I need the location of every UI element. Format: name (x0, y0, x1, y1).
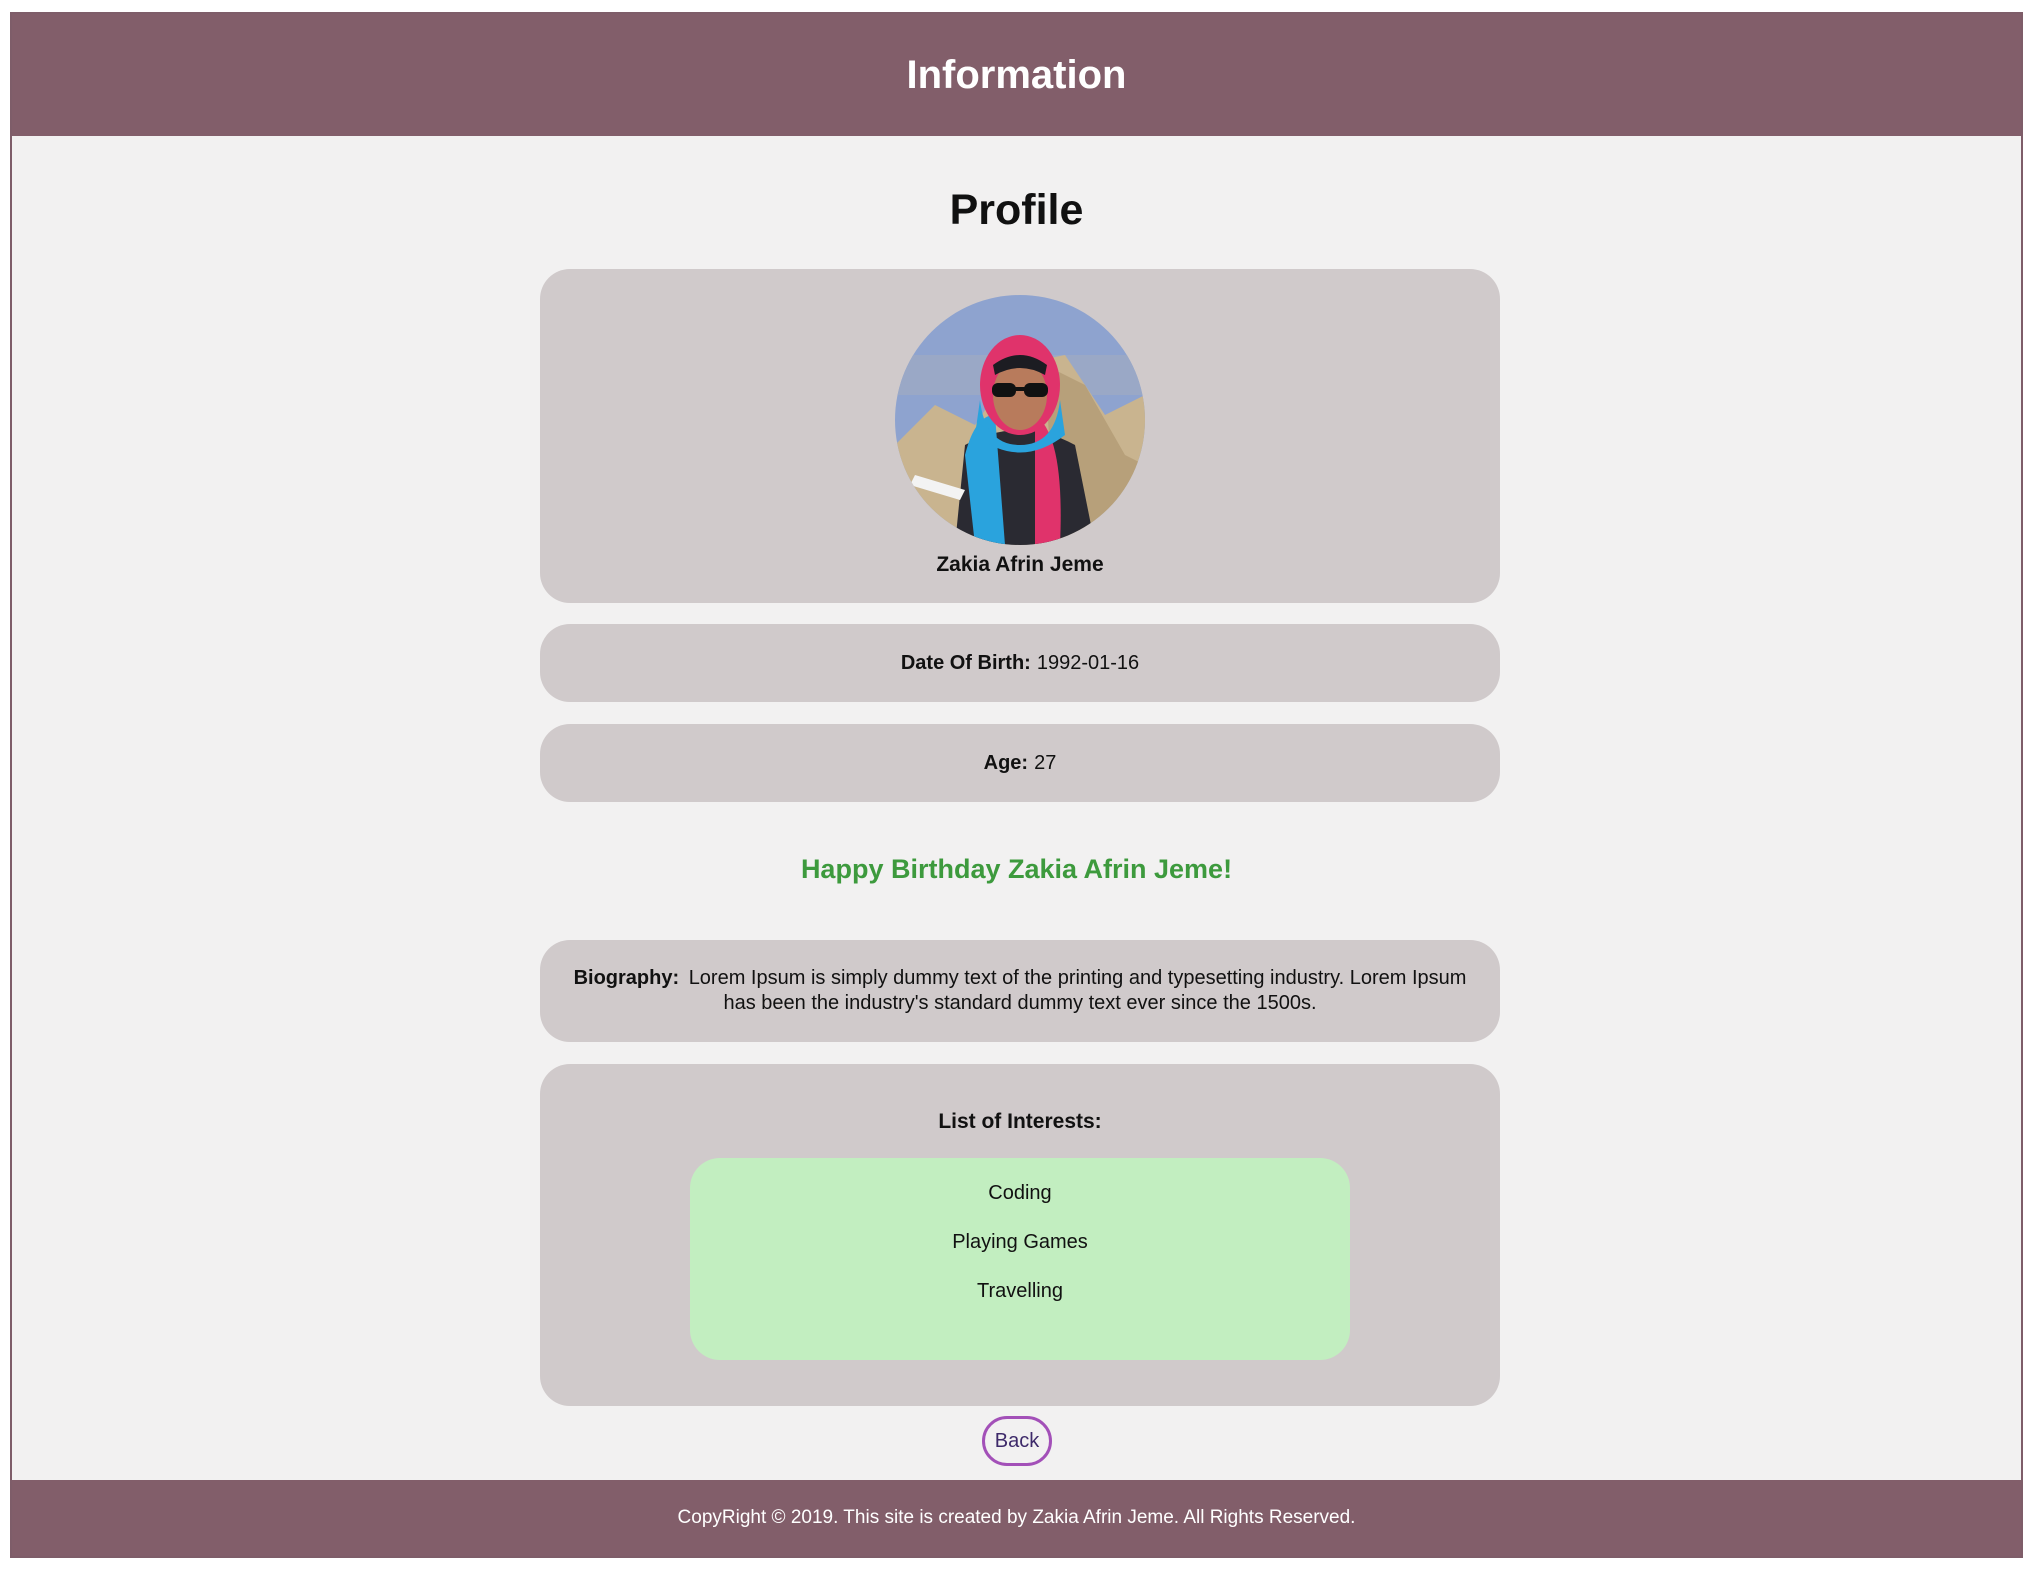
biography-label: Biography: (573, 967, 680, 989)
interests-list: Coding Playing Games Travelling (690, 1158, 1350, 1360)
interests-card: List of Interests: Coding Playing Games … (540, 1064, 1500, 1406)
list-item: Coding (988, 1182, 1052, 1204)
avatar (895, 295, 1145, 545)
list-item: Travelling (977, 1280, 1063, 1302)
page-title: Profile (949, 186, 1084, 234)
profile-photo-icon (895, 295, 1145, 545)
header-bar: Information (12, 14, 2021, 136)
profile-name: Zakia Afrin Jeme (936, 553, 1104, 576)
dob-label: Date Of Birth: (900, 651, 1031, 674)
biography-card: Biography: Lorem Ipsum is simply dummy t… (540, 940, 1500, 1042)
page-frame: Information Profile Zakia Afrin Jeme Dat… (10, 12, 2023, 1558)
back-button[interactable]: Back (982, 1416, 1052, 1466)
footer-text: CopyRight © 2019. This site is created b… (677, 1507, 1356, 1528)
birthday-greeting: Happy Birthday Zakia Afrin Jeme! (800, 854, 1233, 884)
footer-bar: CopyRight © 2019. This site is created b… (12, 1480, 2021, 1556)
interests-title: List of Interests: (938, 1110, 1102, 1133)
dob-value: 1992-01-16 (1036, 651, 1140, 674)
list-item: Playing Games (952, 1231, 1088, 1253)
dob-card: Date Of Birth: 1992-01-16 (540, 624, 1500, 702)
profile-card: Zakia Afrin Jeme (540, 269, 1500, 603)
age-value: 27 (1034, 751, 1057, 774)
age-label: Age: (983, 751, 1029, 774)
biography-text: Lorem Ipsum is simply dummy text of the … (688, 967, 1467, 1014)
header-title: Information (906, 52, 1127, 97)
age-card: Age: 27 (540, 724, 1500, 802)
